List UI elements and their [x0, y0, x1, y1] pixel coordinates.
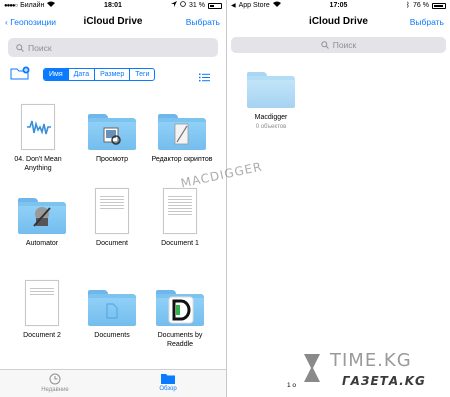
tab-browse[interactable]: Обзор [138, 373, 198, 392]
tab-bar: Недавние Обзор [0, 369, 226, 397]
sort-toolbar: Имя Дата Размер Теги [0, 66, 226, 82]
gazeta-kg-label: ГАЗЕТА.KG [342, 374, 426, 388]
audio-file-icon [21, 104, 55, 150]
tab-recents[interactable]: Недавние [25, 373, 85, 393]
battery-icon [208, 3, 222, 9]
item-label: Documents [94, 332, 130, 339]
automator-folder-icon [18, 198, 66, 234]
search-input[interactable]: Поиск [231, 37, 446, 53]
sort-by-date[interactable]: Дата [67, 69, 95, 80]
search-input[interactable]: Поиск [8, 38, 218, 57]
item-label: Просмотр [96, 156, 128, 163]
select-button[interactable]: Выбрать [410, 17, 444, 27]
documents-folder-icon [88, 290, 136, 326]
document-icon [163, 188, 197, 234]
file-item-document-1[interactable]: Document 1 [148, 178, 212, 249]
new-folder-button[interactable] [10, 66, 30, 80]
folder-item-documents-by-readdle[interactable]: Documents by Readdle [148, 270, 212, 349]
status-bar: ●●●●○ Билайн 18:01 31 % [0, 0, 226, 12]
list-view-button[interactable] [199, 69, 210, 82]
item-label: Macdigger [254, 114, 288, 121]
time-kg-label: TIME.KG [330, 350, 412, 371]
folder-icon [247, 72, 295, 108]
item-label: 04. Don't Mean Anything [14, 156, 62, 172]
new-folder-icon [10, 66, 30, 80]
battery-percent: 31 % [189, 2, 205, 9]
folder-item-preview[interactable]: Просмотр [80, 94, 144, 165]
list-view-icon [199, 73, 210, 82]
search-placeholder: Поиск [28, 42, 52, 53]
item-label: Document [96, 240, 128, 247]
search-placeholder: Поиск [332, 40, 357, 50]
battery-icon [432, 3, 446, 9]
folder-item-script-editor[interactable]: Редактор скриптов [150, 94, 214, 165]
search-icon [321, 41, 329, 49]
folder-icon [161, 374, 175, 384]
navigation-bar: ‹ Геопозиции iCloud Drive Выбрать [0, 12, 226, 32]
alarm-icon [180, 0, 186, 12]
clock-icon [49, 373, 61, 385]
sort-by-size[interactable]: Размер [94, 69, 129, 80]
tab-label: Недавние [41, 387, 69, 393]
time-kg-watermark: TIME.KG ГАЗЕТА.KG [300, 348, 450, 397]
file-item-document-2[interactable]: Document 2 [10, 270, 74, 341]
sort-by-name[interactable]: Имя [44, 69, 68, 80]
item-count: 0 объектов [255, 123, 287, 130]
document-icon [25, 280, 59, 326]
battery-percent: 76 % [413, 2, 429, 9]
item-label: Documents by Readdle [157, 332, 203, 348]
folder-item-automator[interactable]: Automator [10, 178, 74, 249]
file-item-audio[interactable]: 04. Don't Mean Anything [6, 94, 70, 173]
item-label: Automator [25, 240, 59, 247]
status-bar: ◀ App Store 17:05 ᛒ 76 % [227, 0, 450, 12]
left-screen: ●●●●○ Билайн 18:01 31 % ‹ Геопозиции iCl… [0, 0, 226, 397]
search-icon [16, 43, 24, 52]
item-label: Document 1 [161, 240, 199, 247]
select-button[interactable]: Выбрать [186, 17, 220, 27]
hourglass-icon [304, 354, 320, 382]
bluetooth-icon: ᛒ [405, 2, 411, 9]
tab-label: Обзор [159, 386, 177, 392]
script-editor-folder-icon [158, 114, 206, 150]
navigation-bar: iCloud Drive Выбрать [227, 12, 450, 32]
folder-item-macdigger[interactable]: Macdigger 0 объектов [241, 68, 301, 130]
sort-by-tags[interactable]: Теги [129, 69, 154, 80]
readdle-folder-icon [156, 290, 204, 326]
document-icon [95, 188, 129, 234]
right-screen: ◀ App Store 17:05 ᛒ 76 % iCloud Drive Вы… [227, 0, 450, 397]
item-label: Document 2 [23, 332, 61, 339]
folder-item-documents[interactable]: Documents [80, 270, 144, 341]
preview-folder-icon [88, 114, 136, 150]
location-icon [171, 0, 178, 12]
item-label: Редактор скриптов [151, 156, 213, 163]
file-item-document[interactable]: Document [80, 178, 144, 249]
sort-segmented-control: Имя Дата Размер Теги [43, 68, 156, 81]
